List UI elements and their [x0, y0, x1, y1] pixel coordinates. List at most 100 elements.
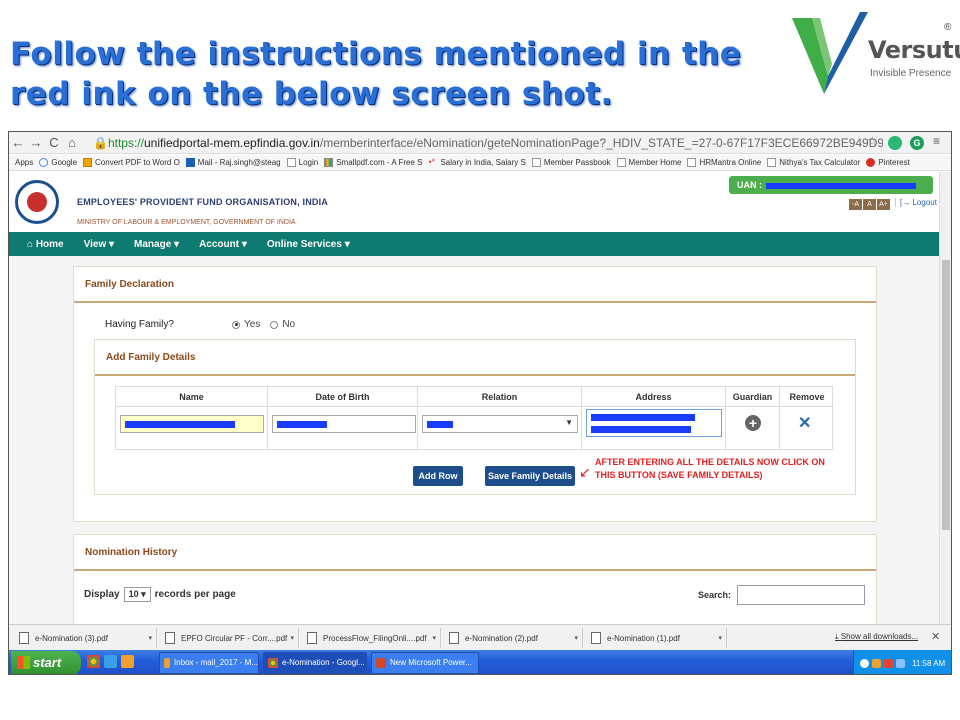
nav-label: Home: [35, 238, 64, 250]
save-family-details-button[interactable]: Save Family Details: [485, 466, 575, 486]
tray-outlook-icon[interactable]: [872, 658, 881, 668]
downloads-bar: e-Nomination (3).pdf ▾ EPFO Circular PF -…: [9, 624, 951, 650]
grammarly-icon[interactable]: G: [910, 136, 924, 150]
bookmark-label: HRMantra Online: [699, 158, 762, 167]
logout-link[interactable]: [→ Logout: [895, 198, 937, 207]
font-increase-button[interactable]: A+: [877, 199, 890, 210]
bookmark-hrmantra[interactable]: HRMantra Online: [687, 158, 761, 167]
bookmark-salary[interactable]: •* Salary in India, Salary S: [428, 158, 525, 168]
bookmark-convert-pdf[interactable]: Convert PDF to Word O: [83, 158, 180, 167]
bookmark-passbook[interactable]: Member Passbook: [531, 158, 611, 167]
remove-x-icon[interactable]: ✕: [798, 413, 811, 433]
instruction-line-1: AFTER ENTERING ALL THE DETAILS NOW CLICK…: [595, 457, 825, 467]
bookmark-label: Pinterest: [878, 158, 910, 167]
instruction-line-2: THIS BUTTON (SAVE FAMILY DETAILS): [595, 470, 763, 480]
add-row-button[interactable]: Add Row: [413, 466, 463, 486]
dropdown-arrow-icon: ▼: [565, 418, 573, 427]
address-textarea[interactable]: [586, 409, 722, 437]
nav-view[interactable]: View ▾: [84, 239, 114, 250]
scroll-thumb[interactable]: [942, 260, 950, 530]
task-outlook[interactable]: Inbox - mail_2017 - M...: [159, 652, 259, 674]
outlook-quick-icon[interactable]: [121, 655, 134, 668]
download-item[interactable]: e-Nomination (2).pdf ▾: [443, 628, 583, 648]
dropdown-arrow-icon[interactable]: ▾: [290, 634, 294, 642]
task-label: New Microsoft Power...: [390, 658, 472, 667]
download-item[interactable]: EPFO Circular PF - Corr....pdf ▾: [159, 628, 299, 648]
logout-icon: [→: [900, 198, 911, 207]
nav-online-services[interactable]: Online Services ▾: [267, 239, 350, 250]
dob-input[interactable]: [272, 415, 416, 433]
slide-title: Follow the instructions mentioned in the…: [10, 36, 742, 112]
registered-mark: ®: [944, 22, 952, 33]
family-declaration-panel: Family Declaration Having Family? Yes No…: [73, 266, 877, 522]
download-item[interactable]: e-Nomination (3).pdf ▾: [13, 628, 157, 648]
having-family-label: Having Family?: [105, 319, 174, 330]
page-size-control: Display 10 ▾ records per page: [84, 587, 236, 602]
redaction: [125, 421, 235, 428]
tray-app-icon[interactable]: [860, 658, 869, 668]
bookmark-label: Member Home: [628, 158, 682, 167]
download-filename: e-Nomination (1).pdf: [607, 633, 680, 643]
close-icon[interactable]: ✕: [931, 630, 940, 643]
show-all-downloads-link[interactable]: ⤓ Show all downloads...: [835, 632, 918, 642]
pdf-file-icon: [165, 632, 175, 644]
bookmark-apps[interactable]: Apps: [15, 158, 33, 167]
ministry-name: MINISTRY OF LABOUR & EMPLOYMENT, GOVERNM…: [77, 219, 296, 226]
dropdown-arrow-icon[interactable]: ▾: [718, 634, 722, 642]
home-icon[interactable]: ⌂: [63, 135, 81, 150]
ie-icon[interactable]: [104, 655, 117, 668]
bookmark-mail[interactable]: Mail - Raj.singh@steag: [185, 158, 281, 167]
task-chrome[interactable]: e-Nomination - Googl...: [263, 652, 367, 674]
bookmark-pinterest[interactable]: Pinterest: [866, 158, 910, 167]
bookmark-star-icon[interactable]: ☆: [867, 134, 878, 148]
pdf-file-icon: [591, 632, 601, 644]
dropdown-arrow-icon[interactable]: ▾: [574, 634, 578, 642]
bookmark-label: Member Passbook: [543, 158, 611, 167]
quick-launch: [87, 655, 134, 668]
nomination-history-title: Nomination History: [74, 535, 876, 571]
reload-icon[interactable]: C: [45, 135, 63, 150]
download-item[interactable]: e-Nomination (1).pdf ▾: [585, 628, 727, 648]
font-decrease-button[interactable]: -A: [849, 199, 862, 210]
address-bar[interactable]: 🔒https://unifiedportal-mem.epfindia.gov.…: [93, 134, 883, 152]
add-guardian-plus-icon[interactable]: +: [745, 415, 761, 431]
nav-account[interactable]: Account ▾: [199, 239, 247, 250]
records-label: records per page: [154, 589, 236, 600]
family-declaration-title: Family Declaration: [74, 267, 876, 303]
forward-arrow-icon[interactable]: →: [27, 135, 45, 150]
bookmark-member-home[interactable]: Member Home: [616, 158, 682, 167]
bookmark-login[interactable]: Login: [286, 158, 318, 167]
radio-yes[interactable]: [232, 320, 240, 329]
page-scrollbar[interactable]: [939, 172, 951, 626]
windows-flag-icon: [17, 656, 30, 669]
page-size-select[interactable]: 10 ▾: [123, 587, 151, 602]
nav-manage[interactable]: Manage ▾: [134, 239, 179, 250]
bookmark-google[interactable]: Google: [39, 158, 77, 167]
extension-green-icon[interactable]: [888, 136, 902, 150]
tray-network-icon[interactable]: [896, 658, 905, 668]
chrome-icon: [268, 658, 278, 668]
bookmark-tax-calculator[interactable]: Nithya's Tax Calculator: [767, 158, 860, 167]
search-input[interactable]: [737, 585, 865, 605]
download-item[interactable]: ProcessFlow_FilingOnli....pdf ▾: [301, 628, 441, 648]
windows-taskbar: start Inbox - mail_2017 - M... e-Nominat…: [9, 650, 951, 674]
column-header: Name: [116, 387, 267, 407]
radio-no[interactable]: [270, 320, 279, 329]
column-name: Name: [116, 387, 268, 451]
name-input[interactable]: [120, 415, 264, 433]
outlook-icon: [164, 658, 170, 668]
dropdown-arrow-icon[interactable]: ▾: [432, 634, 436, 642]
search-label: Search:: [698, 590, 732, 600]
relation-select[interactable]: ▼: [422, 415, 578, 433]
tray-mail-icon[interactable]: [884, 658, 893, 668]
task-powerpoint[interactable]: New Microsoft Power...: [371, 652, 479, 674]
start-button[interactable]: start: [11, 651, 81, 674]
nav-home[interactable]: ⌂ Home: [27, 239, 64, 250]
back-arrow-icon[interactable]: ←: [9, 135, 27, 150]
chrome-icon[interactable]: [87, 655, 100, 668]
browser-menu-icon[interactable]: ≡: [933, 134, 940, 148]
dropdown-arrow-icon[interactable]: ▾: [148, 634, 152, 642]
bookmark-smallpdf[interactable]: Smallpdf.com - A Free S: [324, 158, 422, 167]
font-normal-button[interactable]: A: [863, 199, 876, 210]
logo-wordmark: Versutus: [868, 36, 960, 64]
